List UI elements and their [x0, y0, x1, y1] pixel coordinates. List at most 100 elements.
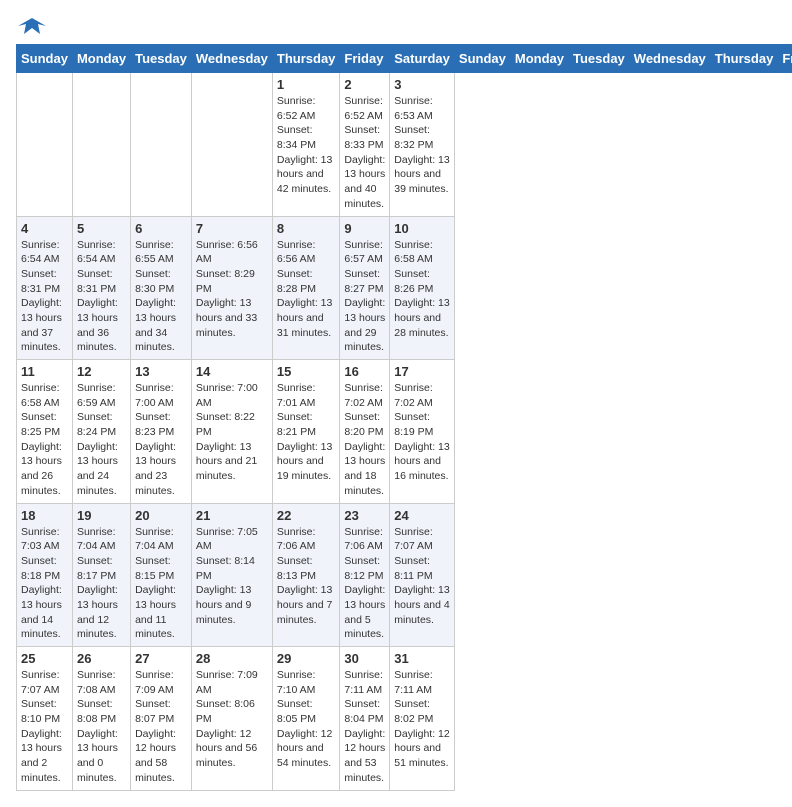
day-info: Sunrise: 6:57 AM Sunset: 8:27 PM Dayligh…	[344, 238, 385, 356]
day-number: 17	[394, 364, 450, 379]
day-number: 5	[77, 221, 126, 236]
day-number: 22	[277, 508, 336, 523]
day-info: Sunrise: 6:54 AM Sunset: 8:31 PM Dayligh…	[77, 238, 126, 356]
day-info: Sunrise: 6:56 AM Sunset: 8:29 PM Dayligh…	[196, 238, 268, 341]
calendar-day-cell: 19 Sunrise: 7:04 AM Sunset: 8:17 PM Dayli…	[72, 503, 130, 647]
calendar-day-cell: 16 Sunrise: 7:02 AM Sunset: 8:20 PM Dayli…	[340, 360, 390, 504]
day-info: Sunrise: 7:06 AM Sunset: 8:12 PM Dayligh…	[344, 525, 385, 643]
calendar-day-cell: 11 Sunrise: 6:58 AM Sunset: 8:25 PM Dayli…	[17, 360, 73, 504]
day-info: Sunrise: 6:55 AM Sunset: 8:30 PM Dayligh…	[135, 238, 187, 356]
day-info: Sunrise: 6:58 AM Sunset: 8:26 PM Dayligh…	[394, 238, 450, 341]
day-number: 16	[344, 364, 385, 379]
calendar-header-row: SundayMondayTuesdayWednesdayThursdayFrid…	[17, 45, 792, 73]
calendar-day-cell: 4 Sunrise: 6:54 AM Sunset: 8:31 PM Daylig…	[17, 216, 73, 360]
day-info: Sunrise: 7:02 AM Sunset: 8:20 PM Dayligh…	[344, 381, 385, 499]
calendar-day-cell	[191, 73, 272, 217]
calendar-day-cell: 24Sunrise: 7:07 AM Sunset: 8:11 PM Dayli…	[390, 503, 455, 647]
day-info: Sunrise: 7:11 AM Sunset: 8:04 PM Dayligh…	[344, 668, 385, 786]
calendar-day-cell: 29Sunrise: 7:10 AM Sunset: 8:05 PM Dayli…	[272, 647, 340, 791]
day-number: 4	[21, 221, 68, 236]
calendar-day-cell: 12 Sunrise: 6:59 AM Sunset: 8:24 PM Dayli…	[72, 360, 130, 504]
day-of-week-header: Saturday	[390, 45, 455, 73]
calendar-day-cell: 8Sunrise: 6:56 AM Sunset: 8:28 PM Daylig…	[272, 216, 340, 360]
day-number: 27	[135, 651, 187, 666]
day-number: 11	[21, 364, 68, 379]
calendar-day-cell: 14Sunrise: 7:00 AM Sunset: 8:22 PM Dayli…	[191, 360, 272, 504]
day-info: Sunrise: 6:53 AM Sunset: 8:32 PM Dayligh…	[394, 94, 450, 197]
day-of-week-header: Sunday	[17, 45, 73, 73]
calendar-day-cell: 21Sunrise: 7:05 AM Sunset: 8:14 PM Dayli…	[191, 503, 272, 647]
day-number: 14	[196, 364, 268, 379]
calendar-day-cell: 15 Sunrise: 7:01 AM Sunset: 8:21 PM Dayli…	[272, 360, 340, 504]
day-number: 15	[277, 364, 336, 379]
calendar-day-cell: 18 Sunrise: 7:03 AM Sunset: 8:18 PM Dayli…	[17, 503, 73, 647]
calendar-day-cell: 28 Sunrise: 7:09 AM Sunset: 8:06 PM Dayli…	[191, 647, 272, 791]
calendar-table: SundayMondayTuesdayWednesdayThursdayFrid…	[16, 44, 792, 791]
calendar-day-cell: 10 Sunrise: 6:58 AM Sunset: 8:26 PM Dayli…	[390, 216, 455, 360]
day-info: Sunrise: 6:52 AM Sunset: 8:33 PM Dayligh…	[344, 94, 385, 212]
day-of-week-header: Thursday	[272, 45, 340, 73]
day-number: 12	[77, 364, 126, 379]
day-of-week-header: Monday	[72, 45, 130, 73]
day-number: 23	[344, 508, 385, 523]
day-number: 2	[344, 77, 385, 92]
day-number: 26	[77, 651, 126, 666]
day-header: Friday	[778, 45, 792, 73]
calendar-day-cell	[72, 73, 130, 217]
day-info: Sunrise: 6:56 AM Sunset: 8:28 PM Dayligh…	[277, 238, 336, 341]
day-number: 28	[196, 651, 268, 666]
logo-bird-icon	[18, 16, 46, 36]
day-header: Wednesday	[629, 45, 710, 73]
day-info: Sunrise: 7:04 AM Sunset: 8:17 PM Dayligh…	[77, 525, 126, 643]
day-number: 7	[196, 221, 268, 236]
calendar-week-row: 11 Sunrise: 6:58 AM Sunset: 8:25 PM Dayli…	[17, 360, 792, 504]
calendar-day-cell: 2 Sunrise: 6:52 AM Sunset: 8:33 PM Daylig…	[340, 73, 390, 217]
day-header: Sunday	[454, 45, 510, 73]
day-of-week-header: Friday	[340, 45, 390, 73]
day-number: 31	[394, 651, 450, 666]
day-info: Sunrise: 7:08 AM Sunset: 8:08 PM Dayligh…	[77, 668, 126, 786]
calendar-week-row: 1Sunrise: 6:52 AM Sunset: 8:34 PM Daylig…	[17, 73, 792, 217]
calendar-day-cell: 31 Sunrise: 7:11 AM Sunset: 8:02 PM Dayli…	[390, 647, 455, 791]
day-number: 6	[135, 221, 187, 236]
day-number: 10	[394, 221, 450, 236]
day-info: Sunrise: 7:01 AM Sunset: 8:21 PM Dayligh…	[277, 381, 336, 484]
day-info: Sunrise: 7:09 AM Sunset: 8:07 PM Dayligh…	[135, 668, 187, 786]
day-info: Sunrise: 6:59 AM Sunset: 8:24 PM Dayligh…	[77, 381, 126, 499]
day-info: Sunrise: 7:09 AM Sunset: 8:06 PM Dayligh…	[196, 668, 268, 771]
day-info: Sunrise: 7:02 AM Sunset: 8:19 PM Dayligh…	[394, 381, 450, 484]
day-info: Sunrise: 6:54 AM Sunset: 8:31 PM Dayligh…	[21, 238, 68, 356]
calendar-day-cell: 26 Sunrise: 7:08 AM Sunset: 8:08 PM Dayli…	[72, 647, 130, 791]
logo	[16, 16, 46, 36]
day-number: 20	[135, 508, 187, 523]
day-number: 19	[77, 508, 126, 523]
day-info: Sunrise: 7:03 AM Sunset: 8:18 PM Dayligh…	[21, 525, 68, 643]
day-of-week-header: Tuesday	[131, 45, 192, 73]
calendar-day-cell: 20Sunrise: 7:04 AM Sunset: 8:15 PM Dayli…	[131, 503, 192, 647]
day-number: 13	[135, 364, 187, 379]
day-header: Monday	[510, 45, 568, 73]
day-info: Sunrise: 6:58 AM Sunset: 8:25 PM Dayligh…	[21, 381, 68, 499]
calendar-week-row: 25Sunrise: 7:07 AM Sunset: 8:10 PM Dayli…	[17, 647, 792, 791]
calendar-week-row: 18 Sunrise: 7:03 AM Sunset: 8:18 PM Dayli…	[17, 503, 792, 647]
calendar-day-cell: 13Sunrise: 7:00 AM Sunset: 8:23 PM Dayli…	[131, 360, 192, 504]
day-number: 18	[21, 508, 68, 523]
calendar-day-cell: 17 Sunrise: 7:02 AM Sunset: 8:19 PM Dayli…	[390, 360, 455, 504]
calendar-day-cell: 9Sunrise: 6:57 AM Sunset: 8:27 PM Daylig…	[340, 216, 390, 360]
calendar-day-cell	[131, 73, 192, 217]
calendar-day-cell: 3 Sunrise: 6:53 AM Sunset: 8:32 PM Daylig…	[390, 73, 455, 217]
calendar-day-cell: 30Sunrise: 7:11 AM Sunset: 8:04 PM Dayli…	[340, 647, 390, 791]
day-number: 25	[21, 651, 68, 666]
day-info: Sunrise: 7:11 AM Sunset: 8:02 PM Dayligh…	[394, 668, 450, 771]
calendar-day-cell: 23 Sunrise: 7:06 AM Sunset: 8:12 PM Dayli…	[340, 503, 390, 647]
calendar-day-cell: 1Sunrise: 6:52 AM Sunset: 8:34 PM Daylig…	[272, 73, 340, 217]
day-number: 1	[277, 77, 336, 92]
calendar-day-cell: 22Sunrise: 7:06 AM Sunset: 8:13 PM Dayli…	[272, 503, 340, 647]
day-number: 3	[394, 77, 450, 92]
calendar-day-cell	[17, 73, 73, 217]
calendar-day-cell: 5 Sunrise: 6:54 AM Sunset: 8:31 PM Daylig…	[72, 216, 130, 360]
day-header: Tuesday	[569, 45, 630, 73]
calendar-day-cell: 27 Sunrise: 7:09 AM Sunset: 8:07 PM Dayli…	[131, 647, 192, 791]
day-info: Sunrise: 7:10 AM Sunset: 8:05 PM Dayligh…	[277, 668, 336, 771]
calendar-day-cell: 6 Sunrise: 6:55 AM Sunset: 8:30 PM Daylig…	[131, 216, 192, 360]
